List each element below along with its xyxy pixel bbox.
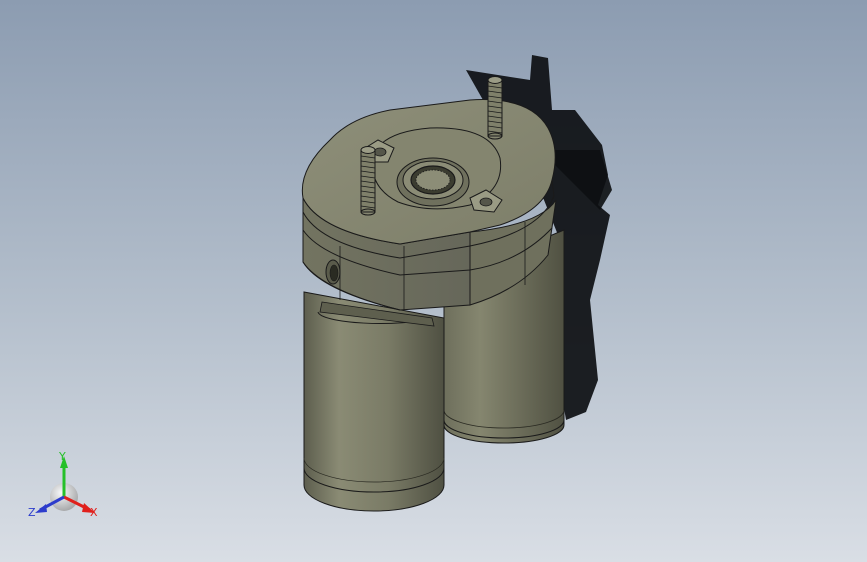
z-axis-label: Z (28, 506, 36, 519)
3d-viewport[interactable]: Y X Z (0, 0, 867, 562)
threaded-stud-front[interactable] (360, 146, 376, 216)
y-axis-label: Y (58, 450, 66, 463)
model-scene[interactable]: Y X Z (0, 0, 867, 562)
front-motor-cylinder[interactable] (303, 291, 445, 512)
side-port-hole[interactable] (325, 259, 341, 285)
x-axis-label: X (90, 506, 98, 519)
orientation-triad: Y X Z (28, 450, 98, 519)
z-axis-arrow-icon (35, 504, 47, 513)
center-bearing[interactable] (396, 157, 470, 207)
threaded-stud-rear[interactable] (487, 76, 503, 140)
